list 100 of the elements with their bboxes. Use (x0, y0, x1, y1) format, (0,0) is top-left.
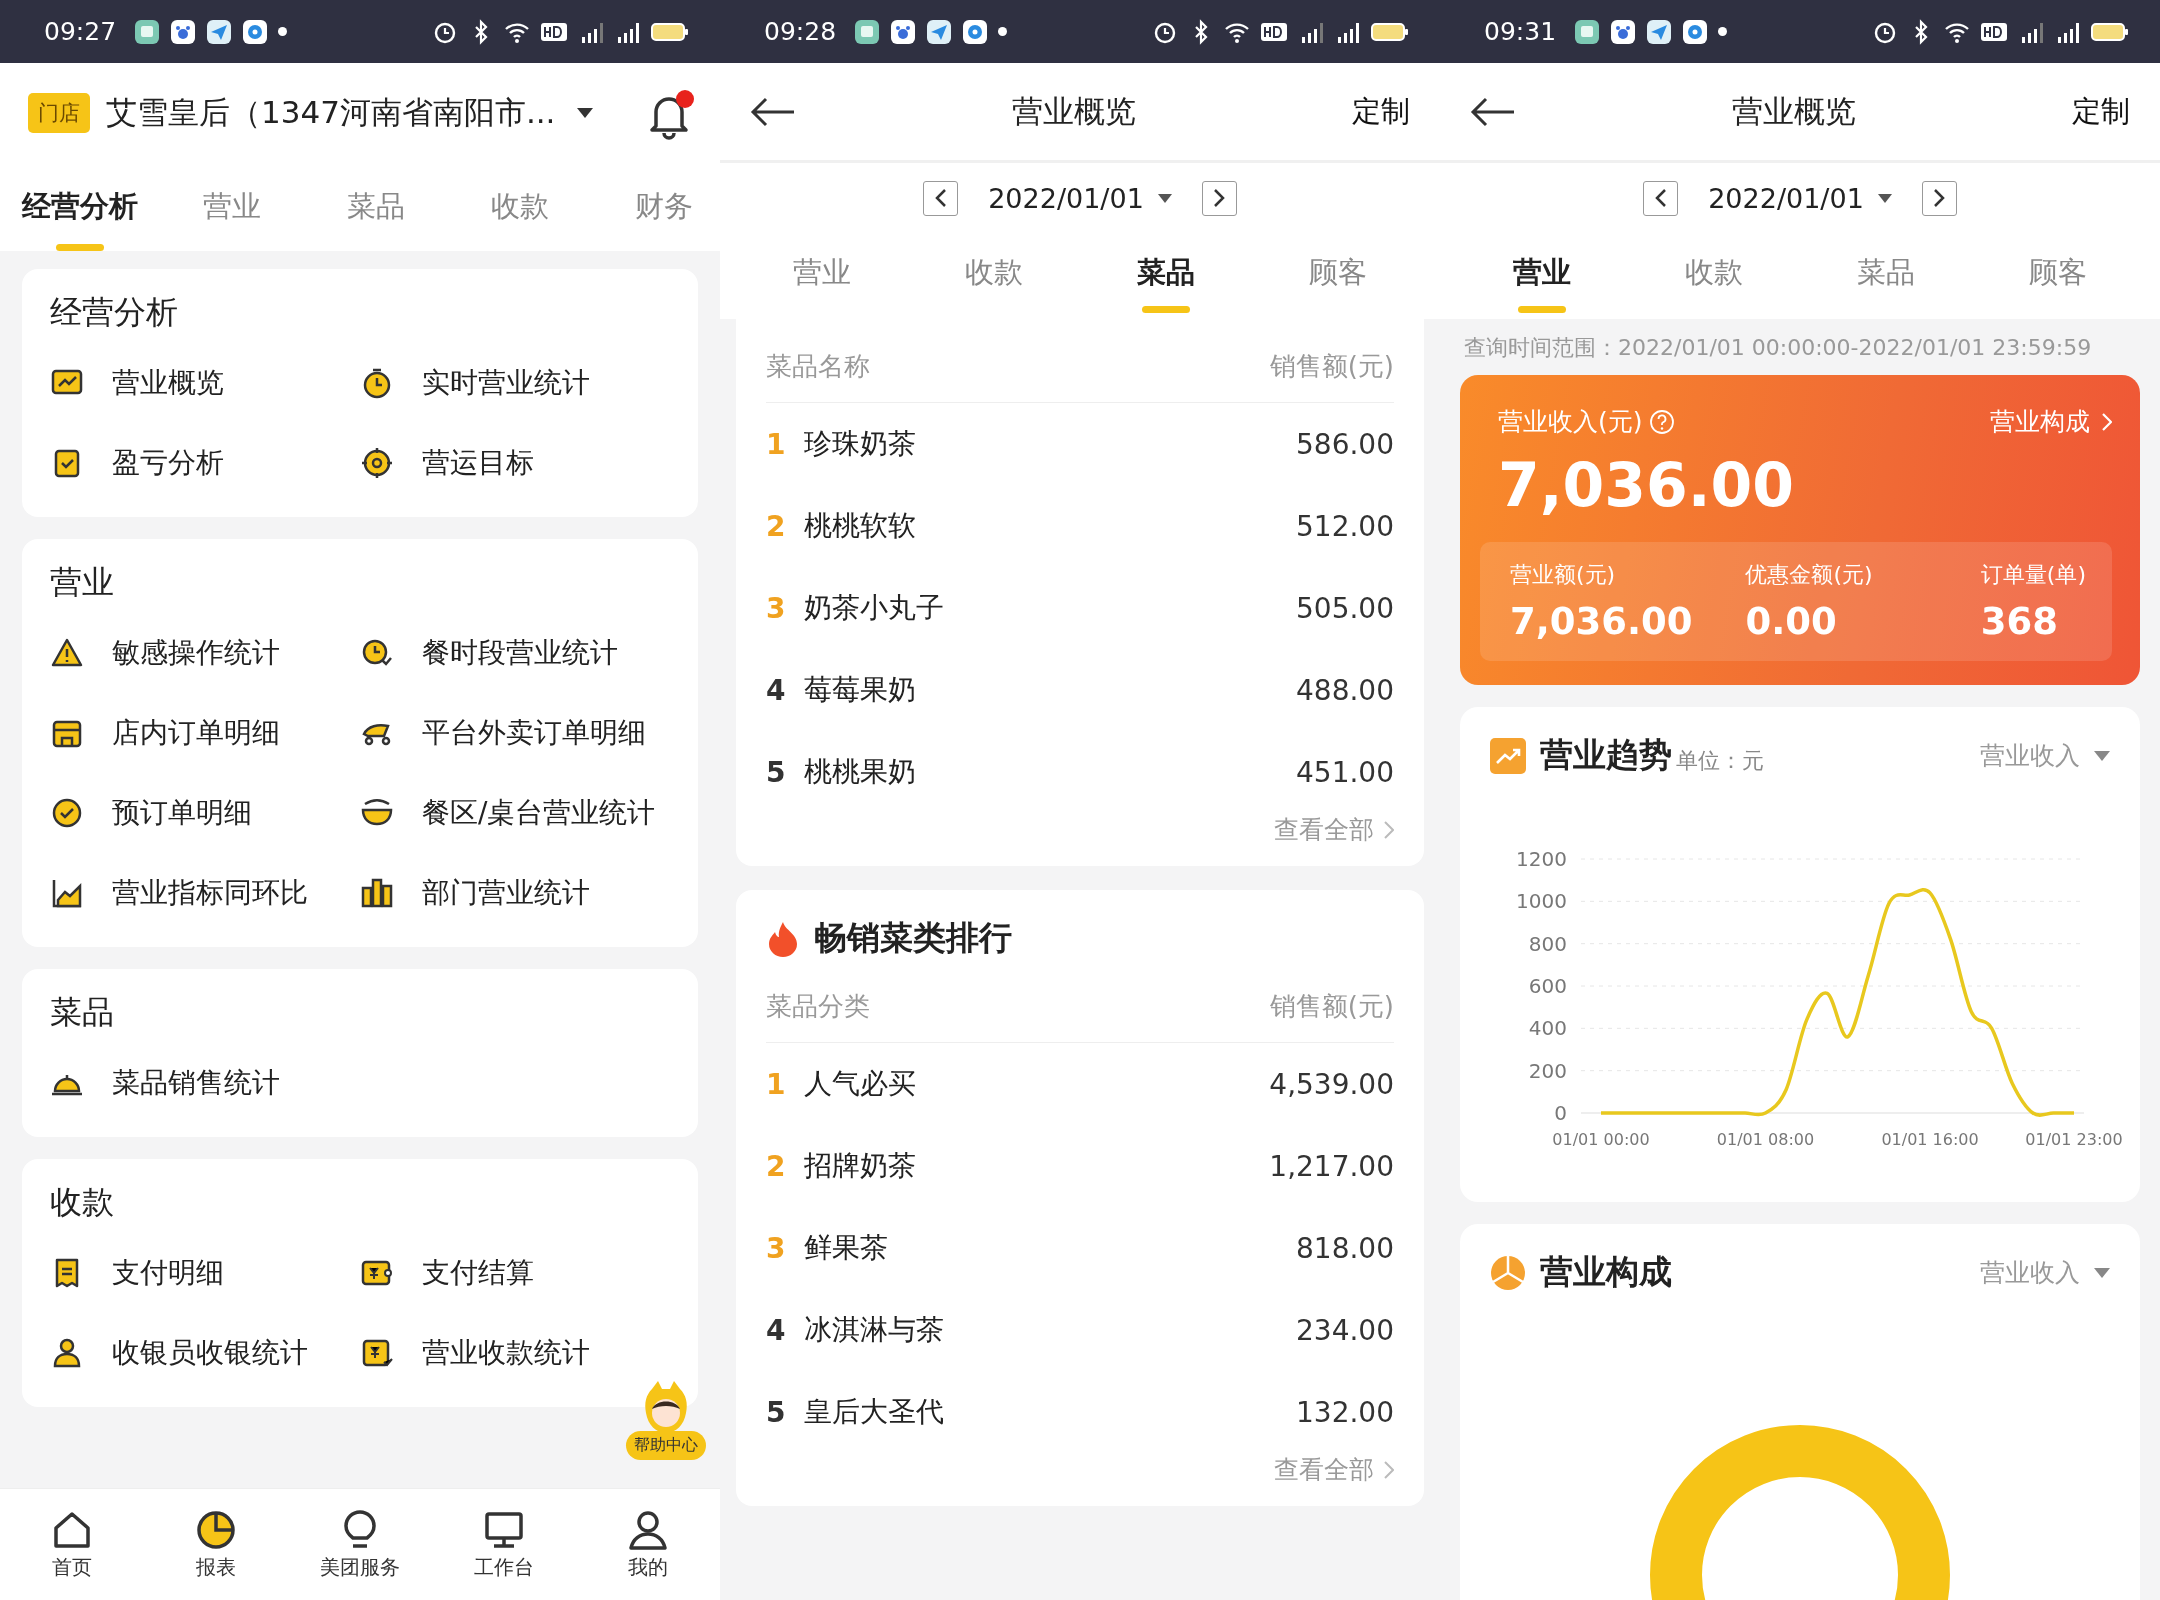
help-center-button[interactable]: 帮助中心 (626, 1431, 706, 1460)
caret-down-icon (1157, 193, 1172, 203)
person-icon (626, 1508, 670, 1552)
rank-number: 5 (766, 755, 787, 789)
menu-item[interactable]: 营业指标同环比 (50, 853, 360, 933)
check-clock-icon (50, 796, 84, 830)
rank-number: 4 (766, 673, 787, 707)
tab[interactable]: 顾客 (1972, 233, 2144, 319)
customize-button[interactable]: 定制 (1352, 91, 1410, 132)
paw-icon (890, 18, 917, 45)
menu-item[interactable]: 收银员收银统计 (50, 1313, 360, 1393)
tab[interactable]: 菜品 (1080, 233, 1252, 319)
tab[interactable]: 收款 (908, 233, 1080, 319)
status-time: 09:27 (44, 17, 117, 46)
paper-plane-icon (1646, 18, 1673, 45)
section-title: 菜品 (50, 992, 115, 1033)
sales-amount: 234.00 (1296, 1313, 1394, 1347)
tab[interactable]: 经营分析 (0, 163, 160, 251)
menu-item[interactable]: 餐区/桌台营业统计 (360, 773, 698, 853)
store-name[interactable]: 艾雪皇后（1347河南省南阳市... (106, 92, 560, 134)
revenue-total: 7,036.00 (1498, 450, 1796, 520)
dot-icon (998, 27, 1008, 36)
caret-down-icon (1877, 193, 1892, 203)
card-title: 营业构成 (1540, 1251, 1672, 1293)
rank-number: 3 (766, 1231, 787, 1265)
tab[interactable]: 收款 (448, 163, 592, 251)
building-icon (360, 876, 394, 910)
rank-number: 3 (766, 591, 787, 625)
previous-day-button[interactable] (923, 180, 959, 216)
stat-value: 7,036.00 (1510, 600, 1694, 643)
tab[interactable]: 收款 (1628, 233, 1800, 319)
column-header: 销售额(元) (1269, 990, 1394, 1023)
menu-item[interactable]: 营业概览 (50, 343, 360, 423)
next-day-button[interactable] (1201, 180, 1237, 216)
trend-chart-icon (1490, 737, 1526, 774)
tab[interactable]: 营业 (1456, 233, 1628, 319)
rank-number: 2 (766, 509, 787, 543)
tab[interactable]: 财务 (592, 163, 720, 251)
nav-item[interactable]: 报表 (144, 1489, 288, 1600)
column-header: 销售额(元) (1269, 350, 1394, 383)
flame-icon (766, 920, 800, 957)
x-axis-label: 01/01 00:00 (1552, 1130, 1650, 1149)
chevron-right-icon (1384, 1460, 1394, 1479)
tab[interactable]: 菜品 (1800, 233, 1972, 319)
rank-number: 2 (766, 1149, 787, 1183)
sales-amount: 586.00 (1296, 427, 1394, 461)
dot-icon (1718, 27, 1728, 36)
app-icon (134, 18, 161, 45)
date-picker[interactable]: 2022/01/01 (1708, 182, 1892, 214)
item-name: 冰淇淋与茶 (804, 1312, 945, 1348)
sales-amount: 4,539.00 (1269, 1067, 1394, 1101)
menu-item[interactable]: 预订单明细 (50, 773, 360, 853)
item-name: 人气必买 (804, 1066, 917, 1102)
section-title: 经营分析 (50, 292, 179, 333)
menu-item[interactable]: 敏感操作统计 (50, 613, 360, 693)
menu-item[interactable]: 平台外卖订单明细 (360, 693, 698, 773)
menu-item[interactable]: 盈亏分析 (50, 423, 360, 503)
status-time: 09:28 (764, 17, 837, 46)
nav-item[interactable]: 美团服务 (288, 1489, 432, 1600)
stat-value: 368 (1980, 600, 2060, 643)
status-time: 09:31 (1484, 17, 1557, 46)
menu-item[interactable]: 实时营业统计 (360, 343, 698, 423)
menu-item[interactable]: 菜品销售统计 (50, 1043, 360, 1123)
app-icon (1574, 18, 1601, 45)
menu-item[interactable]: 营运目标 (360, 423, 698, 503)
date-picker[interactable]: 2022/01/01 (988, 182, 1172, 214)
menu-item[interactable]: 部门营业统计 (360, 853, 698, 933)
y-axis-label: 800 (1528, 931, 1567, 956)
sales-amount: 505.00 (1296, 591, 1394, 625)
previous-day-button[interactable] (1643, 180, 1679, 216)
x-axis-label: 01/01 08:00 (1716, 1130, 1815, 1149)
caret-down-icon[interactable] (576, 107, 594, 119)
next-day-button[interactable] (1921, 180, 1957, 216)
customize-button[interactable]: 定制 (2072, 91, 2130, 132)
menu-item[interactable]: 餐时段营业统计 (360, 613, 698, 693)
y-axis-label: 1200 (1516, 847, 1567, 871)
back-button[interactable] (1470, 96, 1516, 127)
nav-item[interactable]: 工作台 (432, 1489, 576, 1600)
menu-item[interactable]: 店内订单明细 (50, 693, 360, 773)
tab[interactable]: 营业 (160, 163, 304, 251)
help-icon[interactable] (1648, 408, 1675, 435)
tab[interactable]: 菜品 (304, 163, 448, 251)
tab[interactable]: 顾客 (1252, 233, 1424, 319)
item-name: 桃桃软软 (804, 508, 917, 544)
chevron-left-icon (1653, 188, 1668, 208)
item-name: 鲜果茶 (804, 1230, 889, 1266)
back-button[interactable] (750, 96, 796, 127)
menu-item[interactable]: 支付结算 (360, 1233, 698, 1313)
menu-item[interactable]: 支付明细 (50, 1233, 360, 1313)
stat-value: 0.00 (1745, 600, 1838, 643)
sales-amount: 451.00 (1296, 755, 1394, 789)
nav-item[interactable]: 首页 (0, 1489, 144, 1600)
app-icon (854, 18, 881, 45)
tab[interactable]: 营业 (736, 233, 908, 319)
nav-item[interactable]: 我的 (576, 1489, 720, 1600)
chevron-right-icon (1212, 188, 1227, 208)
y-axis-label: 200 (1528, 1058, 1567, 1083)
section-title: 畅销菜类排行 (814, 917, 1012, 959)
paw-icon (170, 18, 197, 45)
rank-number: 1 (766, 427, 787, 461)
